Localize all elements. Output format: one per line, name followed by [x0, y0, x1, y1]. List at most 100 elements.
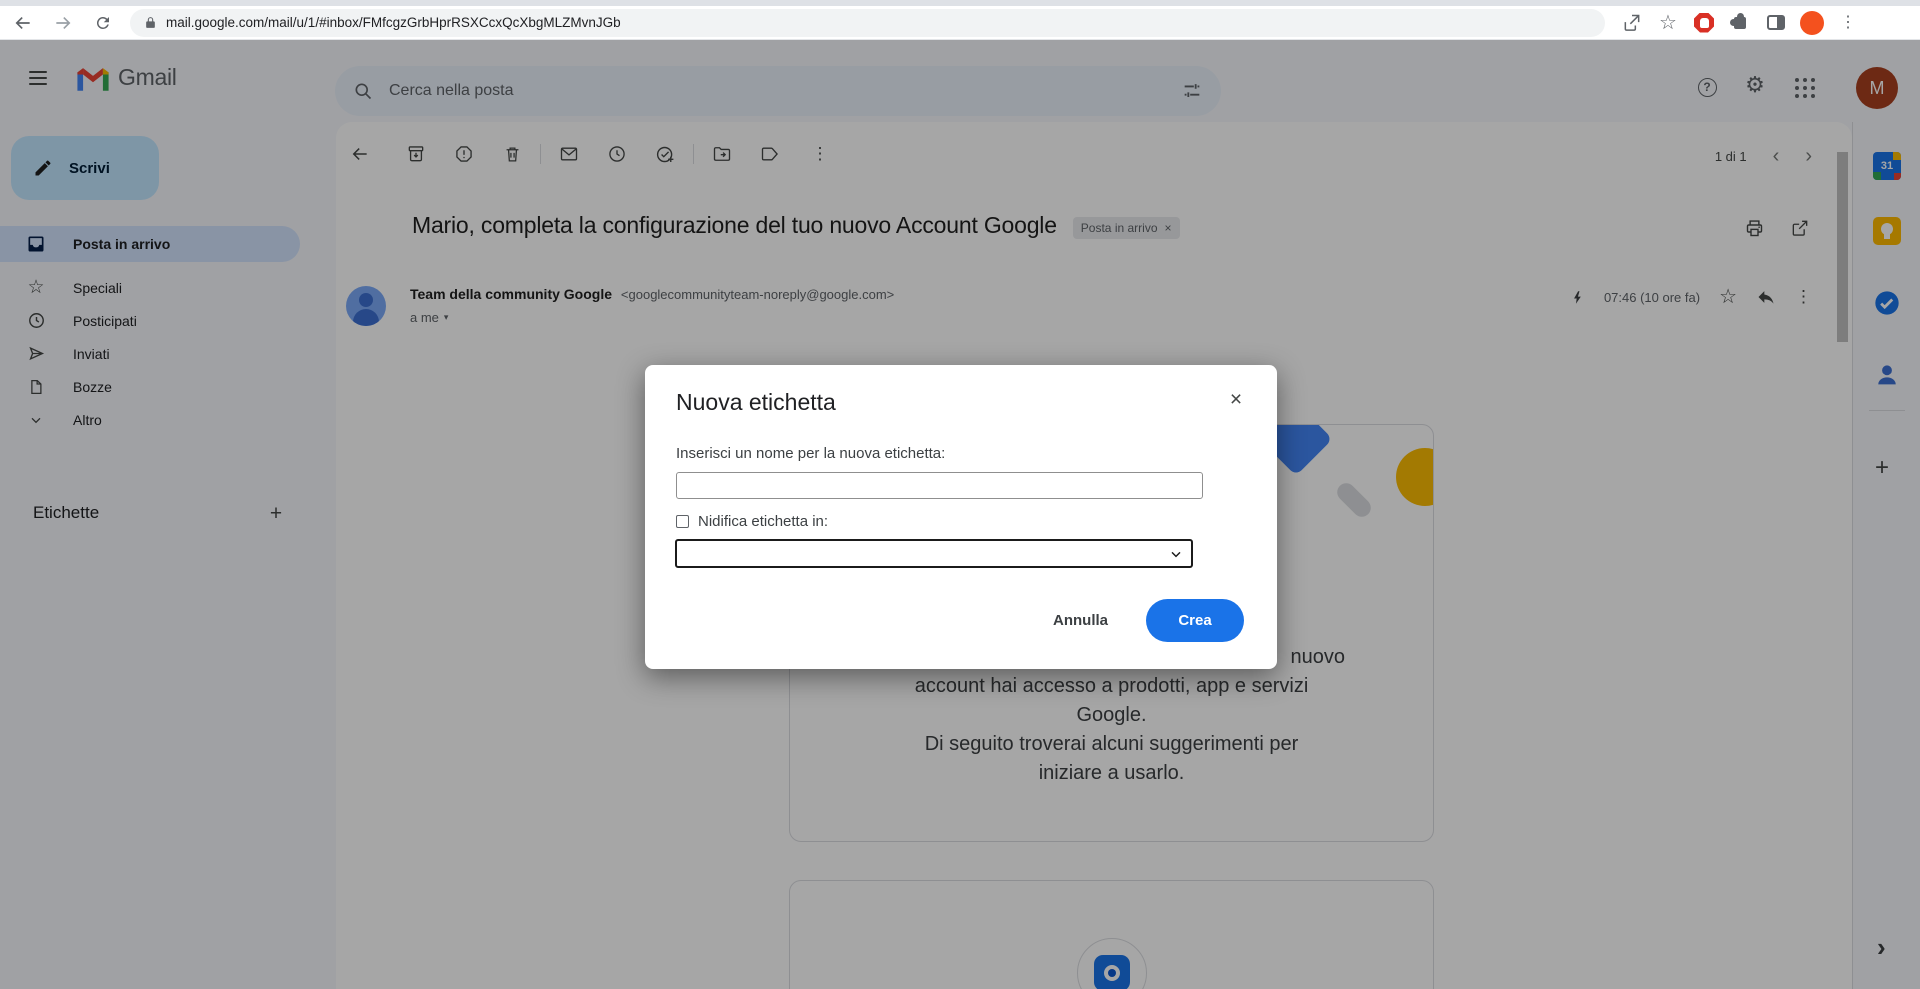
create-label-plus-icon[interactable]: +: [262, 500, 290, 528]
help-icon[interactable]: ?: [1692, 72, 1722, 102]
camera-icon: [1094, 955, 1130, 989]
account-avatar[interactable]: M: [1856, 67, 1898, 109]
report-spam-icon[interactable]: [446, 136, 482, 172]
remove-label-icon[interactable]: ×: [1165, 221, 1172, 235]
nest-label-checkbox[interactable]: [676, 515, 689, 528]
toolbar-divider: [540, 144, 541, 164]
bookmark-star-icon[interactable]: ☆: [1655, 10, 1681, 36]
label-name-caption: Inserisci un nome per la nuova etichetta…: [676, 445, 945, 462]
adblock-extension-icon[interactable]: [1691, 10, 1717, 36]
sidebar-item-drafts[interactable]: Bozze: [0, 370, 300, 403]
dialog-actions: Annulla Crea: [1053, 599, 1244, 642]
sidebar-item-sent[interactable]: Inviati: [0, 337, 300, 370]
padlock-icon: [144, 16, 157, 29]
browser-reload-icon[interactable]: [86, 9, 120, 37]
create-button[interactable]: Crea: [1146, 599, 1244, 642]
decor-yellow-circle: [1396, 448, 1434, 506]
browser-forward-icon[interactable]: [46, 9, 80, 37]
sidebar-item-snoozed[interactable]: Posticipati: [0, 304, 300, 337]
settings-gear-icon[interactable]: ⚙: [1740, 70, 1770, 100]
recipient-row[interactable]: a me ▾: [410, 310, 448, 325]
labels-header: Etichette: [33, 503, 99, 523]
browser-menu-icon[interactable]: ⋮: [1835, 10, 1861, 36]
sidebar-item-label: Bozze: [73, 379, 112, 395]
contacts-icon[interactable]: [1873, 361, 1901, 389]
star-message-icon[interactable]: ☆: [1719, 287, 1737, 307]
mail-toolbar: ⋮: [342, 134, 838, 174]
search-options-icon[interactable]: [1181, 80, 1203, 102]
decor-gray-pill: [1333, 479, 1374, 520]
open-in-new-icon[interactable]: [1790, 218, 1812, 240]
subject-row: Mario, completa la configurazione del tu…: [412, 212, 1180, 239]
sender-line: Team della community Google <googlecommu…: [410, 286, 894, 302]
parent-label-select[interactable]: [675, 539, 1193, 568]
inbox-icon: [26, 234, 46, 254]
browser-toolbar: mail.google.com/mail/u/1/#inbox/FMfcgzGr…: [0, 6, 1920, 40]
nest-label-caption: Nidifica etichetta in:: [698, 513, 828, 530]
draft-file-icon: [26, 377, 46, 397]
calendar-icon[interactable]: 31: [1873, 152, 1901, 180]
browser-chrome: mail.google.com/mail/u/1/#inbox/FMfcgzGr…: [0, 0, 1920, 40]
tasks-icon[interactable]: [1873, 289, 1901, 317]
search-bar[interactable]: Cerca nella posta: [335, 66, 1221, 116]
search-icon[interactable]: [353, 81, 373, 101]
more-options-icon[interactable]: ⋮: [802, 136, 838, 172]
keep-icon[interactable]: [1873, 217, 1901, 245]
clock-icon: [26, 311, 46, 331]
sidebar-item-more[interactable]: Altro: [0, 403, 300, 436]
address-bar[interactable]: mail.google.com/mail/u/1/#inbox/FMfcgzGr…: [130, 9, 1605, 37]
print-icon[interactable]: [1744, 218, 1766, 240]
side-panel-icon[interactable]: [1763, 10, 1789, 36]
labels-tag-icon[interactable]: [752, 136, 788, 172]
search-placeholder: Cerca nella posta: [389, 82, 1181, 100]
newer-chevron-icon[interactable]: ‹: [1773, 146, 1780, 166]
sidebar-item-starred[interactable]: ☆ Speciali: [0, 271, 300, 304]
recipient-label: a me: [410, 310, 439, 325]
send-icon: [26, 344, 46, 364]
close-dialog-icon[interactable]: ×: [1223, 387, 1249, 413]
label-chip[interactable]: Posta in arrivo ×: [1073, 217, 1180, 239]
archive-icon[interactable]: [398, 136, 434, 172]
timestamp: 07:46 (10 ore fa): [1604, 290, 1700, 305]
gmail-logo[interactable]: Gmail: [76, 64, 177, 91]
gmail-header: Gmail Cerca nella posta ? ⚙ M: [0, 40, 1920, 116]
compose-button[interactable]: Scrivi: [11, 136, 159, 200]
snooze-icon[interactable]: [599, 136, 635, 172]
app-name: Gmail: [118, 64, 177, 91]
scrollbar-thumb[interactable]: [1837, 152, 1848, 342]
email-meta: 07:46 (10 ore fa) ☆ ⋮: [1570, 287, 1812, 307]
details-caret-icon[interactable]: ▾: [444, 312, 449, 323]
hand-icon: [1700, 18, 1709, 28]
get-addons-plus-icon[interactable]: +: [1875, 454, 1889, 482]
sender-name: Team della community Google: [410, 286, 612, 302]
sidebar-item-label: Altro: [73, 412, 102, 428]
google-apps-grid-icon[interactable]: [1790, 73, 1820, 103]
add-to-tasks-icon[interactable]: [647, 136, 683, 172]
back-icon[interactable]: [342, 136, 378, 172]
camera-ring: [1077, 938, 1147, 989]
delete-icon[interactable]: [494, 136, 530, 172]
select-chevron-icon: [1168, 546, 1184, 562]
gmail-m-icon: [76, 65, 110, 91]
older-chevron-icon[interactable]: ›: [1805, 146, 1812, 166]
extensions-puzzle-icon[interactable]: [1727, 10, 1753, 36]
email-content-card-2: [789, 880, 1434, 989]
label-name-input[interactable]: [676, 472, 1203, 499]
cancel-button[interactable]: Annulla: [1053, 612, 1108, 629]
pencil-icon: [33, 158, 53, 178]
reply-icon[interactable]: [1756, 287, 1776, 307]
sidebar-item-inbox[interactable]: Posta in arrivo: [0, 226, 300, 262]
dynamic-email-bolt-icon: [1570, 290, 1585, 305]
browser-profile-avatar[interactable]: [1799, 10, 1825, 36]
sender-address: <googlecommunityteam-noreply@google.com>: [621, 287, 894, 302]
browser-back-icon[interactable]: [6, 9, 40, 37]
sender-avatar[interactable]: [346, 286, 386, 326]
sidebar-item-label: Posticipati: [73, 313, 137, 329]
mark-unread-icon[interactable]: [551, 136, 587, 172]
main-menu-icon[interactable]: [24, 66, 54, 90]
share-icon[interactable]: [1619, 10, 1645, 36]
message-more-icon[interactable]: ⋮: [1795, 287, 1812, 307]
hide-panel-chevron-icon[interactable]: ›: [1877, 932, 1886, 963]
move-to-folder-icon[interactable]: [704, 136, 740, 172]
sidebar-item-label: Speciali: [73, 280, 122, 296]
